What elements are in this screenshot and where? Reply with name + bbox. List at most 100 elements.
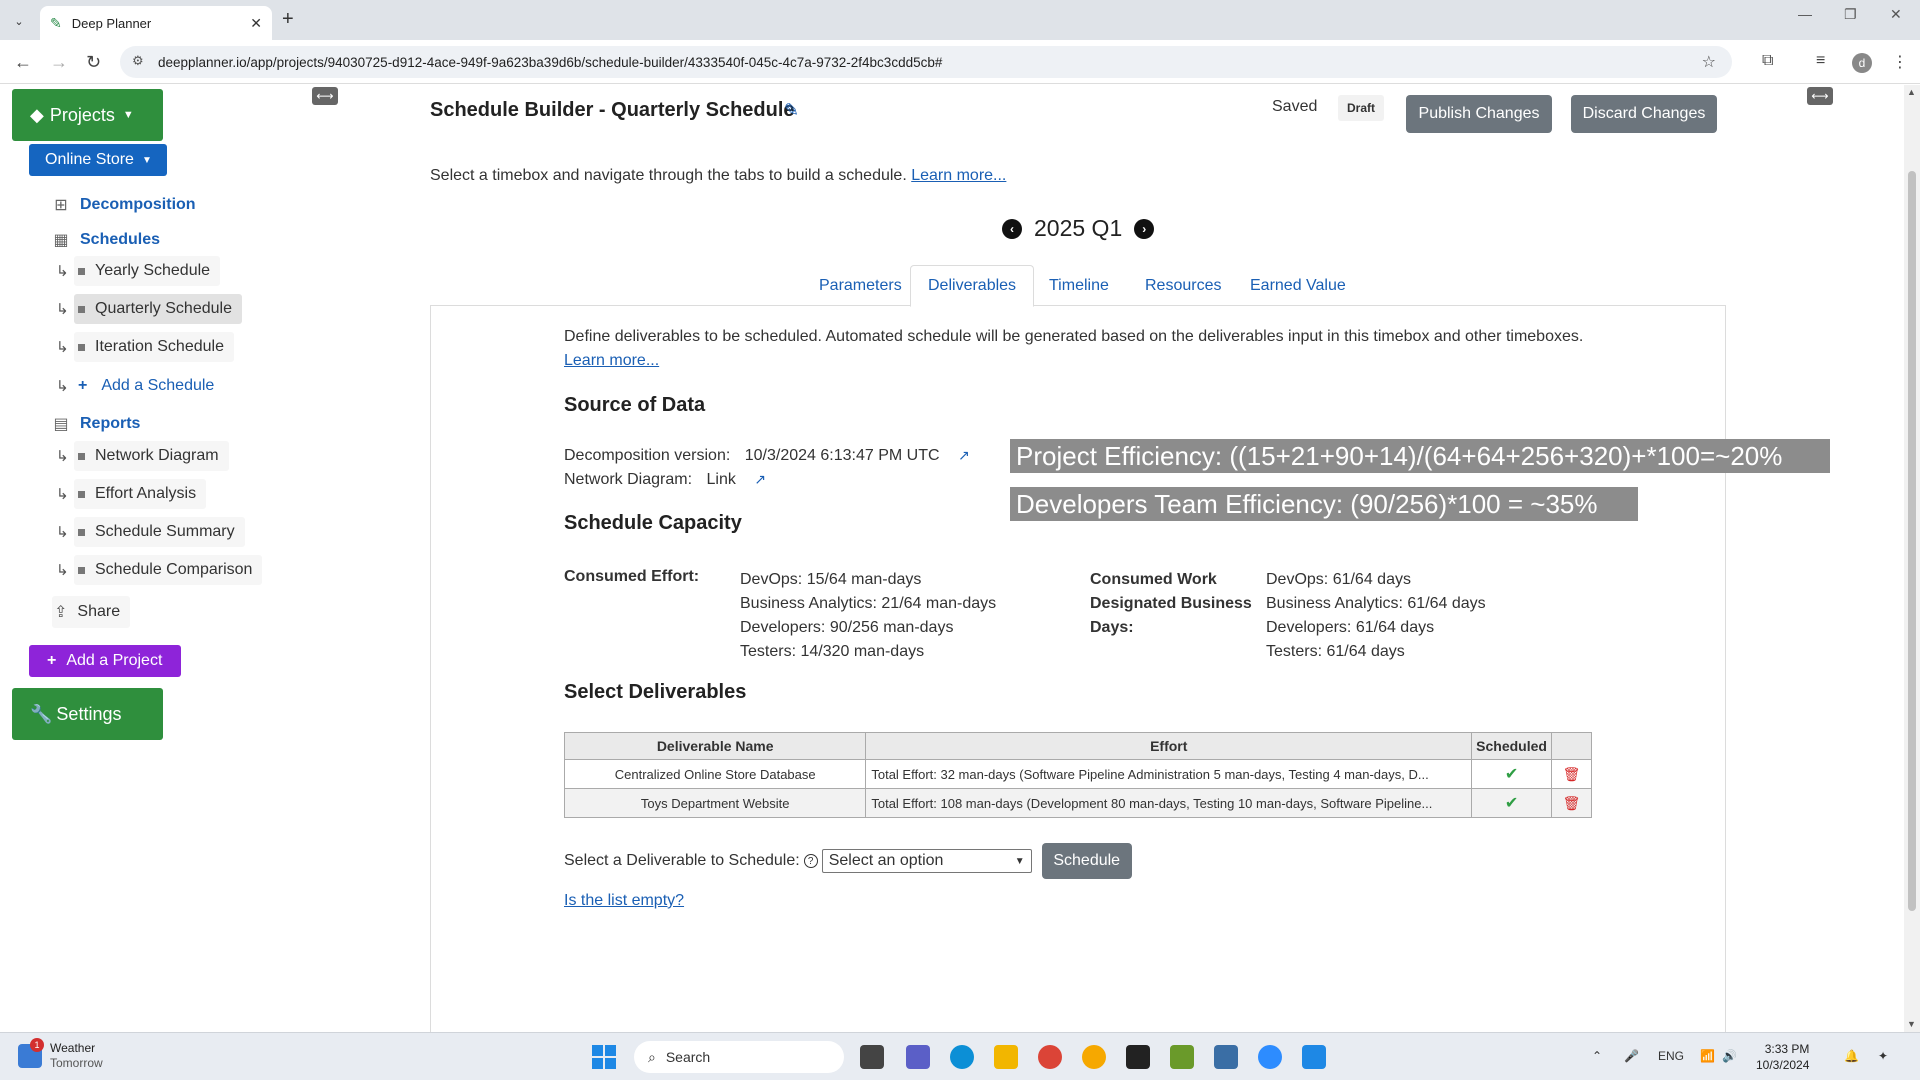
sidebar-item-label: Iteration Schedule bbox=[95, 338, 224, 355]
sidebar-item-quarterly-schedule[interactable]: ↳ Quarterly Schedule bbox=[56, 294, 242, 324]
project-select-button[interactable]: Online Store ▼ bbox=[29, 144, 167, 176]
tab-earned-value[interactable]: Earned Value bbox=[1233, 265, 1363, 306]
new-tab-icon[interactable]: + bbox=[282, 8, 294, 31]
language-indicator[interactable]: ENG bbox=[1658, 1049, 1684, 1063]
network-diagram-label: Network Diagram: bbox=[564, 471, 693, 488]
external-link-icon[interactable]: ↗ bbox=[754, 471, 766, 487]
site-info-icon[interactable]: ⚙ bbox=[132, 53, 144, 69]
help-icon[interactable]: ? bbox=[803, 854, 818, 868]
weather-widget[interactable]: 1 Weather Tomorrow bbox=[18, 1038, 103, 1071]
restore-icon[interactable]: ❐ bbox=[1844, 6, 1857, 23]
main-content: Schedule Builder - Quarterly Schedule ✎ … bbox=[322, 85, 1902, 1033]
bookmark-star-icon[interactable]: ☆ bbox=[1702, 52, 1716, 72]
sidebar-item-network-diagram[interactable]: ↳ Network Diagram bbox=[56, 441, 229, 471]
profile-avatar[interactable]: d bbox=[1852, 53, 1872, 73]
edit-pencil-icon[interactable]: ✎ bbox=[784, 100, 799, 121]
download-app-icon[interactable] bbox=[1082, 1045, 1106, 1069]
spreadsheet-app-icon[interactable] bbox=[1170, 1045, 1194, 1069]
publish-changes-button[interactable]: Publish Changes bbox=[1406, 95, 1552, 133]
tab-deliverables[interactable]: Deliverables bbox=[910, 265, 1035, 307]
clock[interactable]: 3:33 PM 10/3/2024 bbox=[1756, 1041, 1809, 1073]
close-window-icon[interactable]: ✕ bbox=[1890, 6, 1902, 23]
add-project-button[interactable]: + Add a Project bbox=[29, 645, 181, 677]
scroll-up-icon[interactable]: ▲ bbox=[1907, 87, 1916, 97]
edge-icon[interactable] bbox=[950, 1045, 974, 1069]
is-list-empty-link[interactable]: Is the list empty? bbox=[564, 892, 684, 910]
sidebar-item-effort-analysis[interactable]: ↳ Effort Analysis bbox=[56, 479, 207, 509]
trash-icon[interactable]: 🗑 bbox=[1563, 766, 1581, 782]
tab-list-chevron-icon[interactable]: ⌄ bbox=[8, 10, 30, 32]
plus-icon: + bbox=[78, 377, 88, 394]
settings-button[interactable]: 🔧 Settings bbox=[12, 688, 163, 740]
chrome-icon[interactable] bbox=[1038, 1045, 1062, 1069]
learn-more-link[interactable]: Learn more... bbox=[564, 352, 659, 369]
zoom-icon[interactable] bbox=[1258, 1045, 1282, 1069]
nav-schedules[interactable]: ▦ Schedules bbox=[50, 230, 160, 250]
share-button[interactable]: ⇪ Share bbox=[52, 596, 131, 628]
nav-decomposition[interactable]: ⊞ Decomposition bbox=[50, 195, 196, 215]
next-period-icon[interactable]: › bbox=[1134, 218, 1155, 239]
media-icon[interactable]: ≡ bbox=[1816, 52, 1825, 70]
sidebar-item-yearly-schedule[interactable]: ↳ Yearly Schedule bbox=[56, 256, 221, 286]
close-tab-icon[interactable]: ✕ bbox=[250, 15, 262, 32]
trash-icon[interactable]: 🗑 bbox=[1563, 795, 1581, 811]
weather-subtitle: Tomorrow bbox=[50, 1056, 103, 1070]
tab-timeline[interactable]: Timeline bbox=[1032, 265, 1126, 306]
app-area: ◆ Projects ▼ Online Store ▼ ⊞ Decomposit… bbox=[0, 85, 1920, 1033]
period-label: 2025 Q1 bbox=[1034, 215, 1123, 241]
task-view-icon[interactable] bbox=[860, 1045, 884, 1069]
reload-icon[interactable]: ↻ bbox=[86, 52, 101, 73]
wifi-icon[interactable]: 📶 bbox=[1700, 1049, 1715, 1063]
windows-start-icon[interactable] bbox=[592, 1045, 616, 1069]
previous-period-icon[interactable]: ‹ bbox=[1002, 218, 1022, 239]
sidebar-item-schedule-summary[interactable]: ↳ Schedule Summary bbox=[56, 517, 245, 547]
external-link-icon[interactable]: ↗ bbox=[958, 447, 970, 463]
notification-bell-icon[interactable]: 🔔 bbox=[1844, 1049, 1859, 1063]
page-scrollbar[interactable]: ▲ ▼ bbox=[1904, 85, 1920, 1033]
show-hidden-icons-icon[interactable]: ⌃ bbox=[1592, 1049, 1602, 1063]
consumed-work-label-line: Days: bbox=[1090, 619, 1134, 636]
forward-icon[interactable]: → bbox=[50, 52, 68, 73]
tab-parameters[interactable]: Parameters bbox=[802, 265, 919, 306]
url-field[interactable]: ⚙ deepplanner.io/app/projects/94030725-d… bbox=[120, 46, 1732, 78]
share-icon: ⇪ bbox=[54, 604, 68, 621]
projects-button[interactable]: ◆ Projects ▼ bbox=[12, 89, 163, 141]
weather-badge: 1 bbox=[30, 1038, 44, 1052]
project-efficiency-overlay: Project Efficiency: ((15+21+90+14)/(64+6… bbox=[1010, 439, 1830, 473]
tree-branch-icon: ↳ bbox=[56, 486, 69, 503]
sidebar-item-iteration-schedule[interactable]: ↳ Iteration Schedule bbox=[56, 332, 234, 362]
scroll-down-icon[interactable]: ▼ bbox=[1907, 1019, 1916, 1029]
nav-decomposition-label: Decomposition bbox=[80, 196, 196, 213]
app-icon[interactable] bbox=[1302, 1045, 1326, 1069]
taskbar-search[interactable]: ⌕ Search bbox=[634, 1041, 844, 1073]
calculator-icon[interactable] bbox=[1214, 1045, 1238, 1069]
address-bar: ← → ↻ ⚙ deepplanner.io/app/projects/9403… bbox=[0, 40, 1920, 84]
browser-menu-icon[interactable]: ⋮ bbox=[1892, 52, 1908, 72]
consumed-effort-list: DevOps: 15/64 man-days Business Analytic… bbox=[740, 568, 996, 664]
network-diagram-link[interactable]: Link bbox=[706, 471, 735, 488]
sidebar-item-add-schedule[interactable]: ↳ + Add a Schedule bbox=[56, 371, 224, 401]
file-explorer-icon[interactable] bbox=[994, 1045, 1018, 1069]
volume-icon[interactable]: 🔊 bbox=[1722, 1049, 1737, 1063]
app-icon[interactable] bbox=[1126, 1045, 1150, 1069]
nav-reports[interactable]: ▤ Reports bbox=[50, 414, 140, 434]
tab-resources[interactable]: Resources bbox=[1128, 265, 1238, 306]
learn-more-link[interactable]: Learn more... bbox=[911, 167, 1006, 184]
discard-changes-button[interactable]: Discard Changes bbox=[1571, 95, 1717, 133]
tab-bar: Parameters Deliverables Timeline Resourc… bbox=[430, 265, 1726, 307]
browser-tab[interactable]: ✎ Deep Planner ✕ bbox=[40, 6, 272, 40]
scrollbar-thumb[interactable] bbox=[1908, 171, 1916, 911]
effort-cell: Total Effort: 108 man-days (Development … bbox=[865, 788, 1473, 818]
extensions-icon[interactable]: ⧉ bbox=[1762, 52, 1773, 70]
sidebar-item-schedule-comparison[interactable]: ↳ Schedule Comparison bbox=[56, 555, 263, 585]
bullet-icon bbox=[78, 305, 85, 313]
deliverable-select[interactable]: Select an option ▼ bbox=[821, 849, 1032, 873]
minimize-icon[interactable]: — bbox=[1798, 6, 1812, 22]
microphone-icon[interactable]: 🎤 bbox=[1624, 1049, 1639, 1063]
consumed-effort-item: Developers: 90/256 man-days bbox=[740, 619, 954, 636]
copilot-icon[interactable]: ✦ bbox=[1878, 1049, 1888, 1063]
nav-schedules-label: Schedules bbox=[80, 231, 161, 248]
teams-icon[interactable] bbox=[906, 1045, 930, 1069]
back-icon[interactable]: ← bbox=[14, 52, 32, 73]
schedule-button[interactable]: Schedule bbox=[1041, 843, 1132, 879]
